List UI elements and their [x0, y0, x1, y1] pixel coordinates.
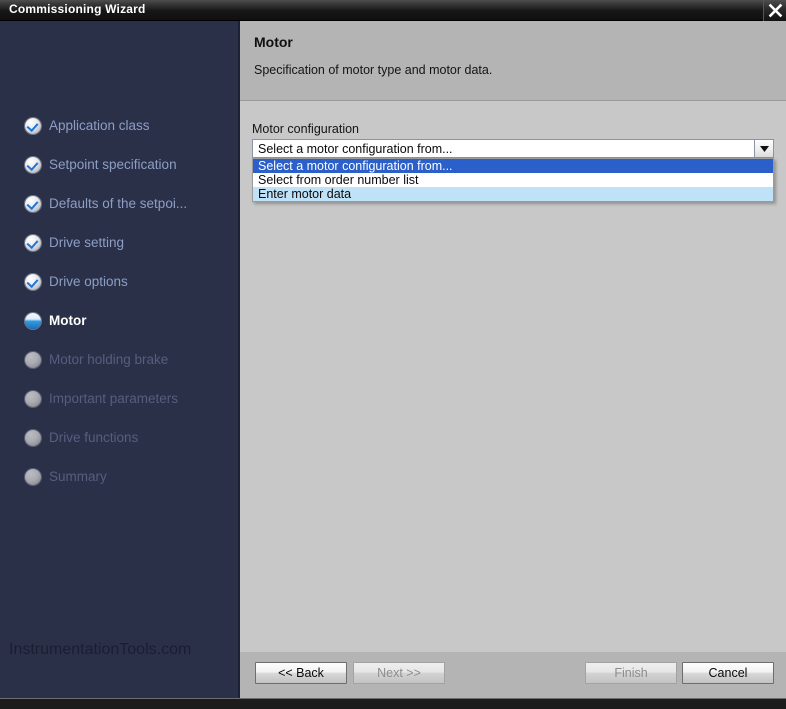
finish-button: Finish — [585, 662, 677, 684]
sidebar-item-summary: Summary — [0, 457, 238, 496]
sidebar-item-drive-functions: Drive functions — [0, 418, 238, 457]
wizard-footer: << Back Next >> Finish Cancel — [240, 652, 786, 698]
commissioning-wizard-window: Commissioning Wizard Application class S… — [0, 0, 786, 709]
check-circle-icon — [25, 195, 41, 212]
sidebar-item-label: Important parameters — [49, 391, 179, 406]
sidebar-item-label: Drive setting — [49, 235, 125, 250]
sidebar-item-motor[interactable]: Motor — [0, 301, 238, 340]
page-title: Motor — [254, 34, 293, 50]
motor-configuration-combobox[interactable]: Select a motor configuration from... — [252, 139, 774, 158]
empty-circle-icon — [25, 390, 41, 407]
empty-circle-icon — [25, 429, 41, 446]
sidebar-item-defaults-of-the-setpoint[interactable]: Defaults of the setpoi... — [0, 184, 238, 223]
check-circle-icon — [25, 273, 41, 290]
sidebar-item-label: Motor — [49, 313, 87, 328]
window-bottom-edge — [0, 698, 786, 709]
close-x-icon — [768, 3, 782, 18]
back-button[interactable]: << Back — [255, 662, 347, 684]
chevron-down-icon — [759, 145, 769, 152]
dropdown-option-select-from-order-number-list[interactable]: Select from order number list — [253, 173, 773, 187]
dropdown-option-enter-motor-data[interactable]: Enter motor data — [253, 187, 773, 201]
wizard-step-list: Application class Setpoint specification… — [0, 106, 238, 496]
sidebar-item-drive-setting[interactable]: Drive setting — [0, 223, 238, 262]
wizard-steps-sidebar: Application class Setpoint specification… — [0, 21, 238, 698]
close-button[interactable] — [763, 0, 786, 21]
check-circle-icon — [25, 234, 41, 251]
watermark: InstrumentationTools.com — [9, 641, 192, 658]
page-header: Motor Specification of motor type and mo… — [240, 21, 786, 101]
title-bar: Commissioning Wizard — [0, 0, 786, 21]
sidebar-item-setpoint-specification[interactable]: Setpoint specification — [0, 145, 238, 184]
check-circle-icon — [25, 156, 41, 173]
sidebar-item-drive-options[interactable]: Drive options — [0, 262, 238, 301]
motor-configuration-dropdown-list[interactable]: Select a motor configuration from... Sel… — [252, 158, 774, 202]
sidebar-item-motor-holding-brake: Motor holding brake — [0, 340, 238, 379]
active-circle-icon — [25, 312, 41, 329]
combobox-selected-value: Select a motor configuration from... — [258, 141, 453, 156]
sidebar-item-label: Application class — [49, 118, 150, 133]
cancel-button[interactable]: Cancel — [682, 662, 774, 684]
sidebar-item-label: Defaults of the setpoi... — [49, 196, 188, 211]
sidebar-item-label: Setpoint specification — [49, 157, 177, 172]
check-circle-icon — [25, 117, 41, 134]
sidebar-item-important-parameters: Important parameters — [0, 379, 238, 418]
sidebar-item-label: Summary — [49, 469, 107, 484]
content-panel: Motor Specification of motor type and mo… — [238, 21, 786, 698]
sidebar-item-label: Drive functions — [49, 430, 139, 445]
page-subtitle: Specification of motor type and motor da… — [254, 63, 493, 77]
motor-configuration-label: Motor configuration — [252, 122, 360, 136]
sidebar-item-label: Drive options — [49, 274, 128, 289]
empty-circle-icon — [25, 468, 41, 485]
dropdown-option-select-a-motor-configuration[interactable]: Select a motor configuration from... — [253, 159, 773, 173]
sidebar-item-label: Motor holding brake — [49, 352, 169, 367]
next-button: Next >> — [353, 662, 445, 684]
combobox-toggle-button[interactable] — [754, 140, 773, 157]
sidebar-item-application-class[interactable]: Application class — [0, 106, 238, 145]
empty-circle-icon — [25, 351, 41, 368]
window-title: Commissioning Wizard — [9, 2, 146, 16]
